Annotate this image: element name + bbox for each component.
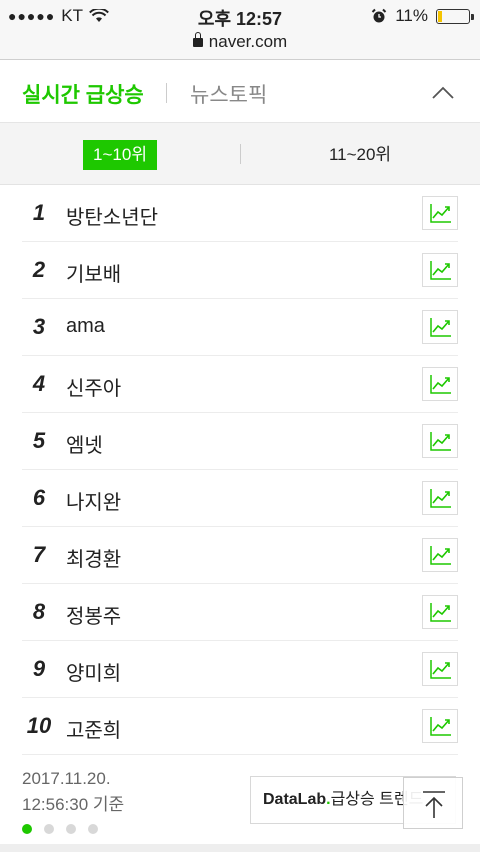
list-item[interactable]: 8 정봉주 — [22, 584, 458, 641]
rank-number: 9 — [32, 656, 46, 681]
list-item[interactable]: 4 신주아 — [22, 356, 458, 413]
url-bar[interactable]: naver.com — [0, 30, 480, 60]
page-dot[interactable] — [88, 824, 98, 834]
trend-chart-icon — [430, 375, 451, 394]
trend-chart-button[interactable] — [422, 424, 458, 458]
rank-range-tabs: 1~10위 11~20위 — [0, 123, 480, 185]
list-item[interactable]: 6 나지완 — [22, 470, 458, 527]
trend-chart-button[interactable] — [422, 310, 458, 344]
trend-chart-icon — [430, 603, 451, 622]
keyword-link[interactable]: 방탄소년단 — [66, 201, 158, 230]
lock-icon — [192, 32, 203, 47]
url-domain: naver.com — [208, 32, 288, 51]
alarm-clock-icon — [372, 8, 387, 23]
page-dot[interactable] — [66, 824, 76, 834]
keyword-header: 실시간 급상승 뉴스토픽 — [0, 61, 480, 123]
rank-number: 3 — [32, 314, 46, 339]
list-item[interactable]: 2 기보배 — [22, 242, 458, 299]
rank-number: 6 — [32, 485, 46, 510]
list-item[interactable]: 7 최경환 — [22, 527, 458, 584]
keyword-link[interactable]: 기보배 — [66, 258, 121, 287]
page-indicator — [22, 824, 98, 834]
range-tab-1-10[interactable]: 1~10위 — [83, 140, 157, 170]
list-item[interactable]: 1 방탄소년단 — [22, 185, 458, 242]
list-item[interactable]: 3 ama — [22, 299, 458, 356]
trend-chart-button[interactable] — [422, 709, 458, 743]
trend-chart-button[interactable] — [422, 196, 458, 230]
keyword-list: 1 방탄소년단 2 기보배 3 ama 4 신주아 5 엠넷 6 나지완 7 최… — [22, 185, 458, 755]
trend-chart-button[interactable] — [422, 367, 458, 401]
timestamp-date: 2017.11.20. — [22, 769, 111, 788]
datalab-logo: DataLab — [263, 791, 327, 808]
battery-percent: 11% — [395, 6, 428, 25]
keyword-link[interactable]: 최경환 — [66, 543, 121, 572]
trend-chart-button[interactable] — [422, 538, 458, 572]
rank-number: 10 — [26, 713, 52, 738]
bottom-divider — [0, 844, 480, 852]
trend-chart-button[interactable] — [422, 652, 458, 686]
rank-number: 7 — [32, 542, 46, 567]
trend-chart-icon — [430, 204, 451, 223]
rank-number: 1 — [32, 200, 46, 225]
page-dot-active[interactable] — [22, 824, 32, 834]
rank-number: 5 — [32, 428, 46, 453]
trend-chart-icon — [430, 261, 451, 280]
trend-chart-button[interactable] — [422, 595, 458, 629]
rank-number: 4 — [32, 371, 46, 396]
battery-icon — [436, 8, 474, 24]
list-item[interactable]: 10 고준희 — [22, 698, 458, 755]
list-item[interactable]: 9 양미희 — [22, 641, 458, 698]
range-tab-11-20[interactable]: 11~20위 — [300, 140, 420, 170]
scroll-to-top-button[interactable] — [403, 777, 463, 829]
list-footer: 2017.11.20. 12:56:30 기준 DataLab.급상승 트렌드 — [0, 756, 480, 852]
timestamp-time: 12:56:30 기준 — [22, 795, 125, 814]
rank-number: 2 — [32, 257, 46, 282]
keyword-link[interactable]: 양미희 — [66, 657, 121, 686]
trend-chart-icon — [430, 717, 451, 736]
trend-chart-button[interactable] — [422, 253, 458, 287]
keyword-link[interactable]: 정봉주 — [66, 600, 121, 629]
trend-chart-button[interactable] — [422, 481, 458, 515]
keyword-link[interactable]: 나지완 — [66, 486, 121, 515]
tab-news-topic[interactable]: 뉴스토픽 — [190, 79, 267, 109]
keyword-link[interactable]: 엠넷 — [66, 429, 103, 458]
list-item[interactable]: 5 엠넷 — [22, 413, 458, 470]
trend-chart-icon — [430, 546, 451, 565]
timestamp: 2017.11.20. 12:56:30 기준 — [22, 766, 124, 818]
tab-realtime-rising[interactable]: 실시간 급상승 — [22, 79, 144, 109]
trend-chart-icon — [430, 660, 451, 679]
keyword-link[interactable]: 고준희 — [66, 714, 121, 743]
status-bar: ●●●●● KT 오후 12:57 11% — [0, 0, 480, 30]
keyword-link[interactable]: ama — [66, 315, 105, 338]
trend-chart-icon — [430, 489, 451, 508]
status-right: 11% — [371, 6, 474, 26]
tab-divider — [166, 83, 167, 103]
keyword-link[interactable]: 신주아 — [66, 372, 121, 401]
trend-chart-icon — [430, 432, 451, 451]
rank-number: 8 — [32, 599, 46, 624]
page-dot[interactable] — [44, 824, 54, 834]
trend-chart-icon — [430, 318, 451, 337]
arrow-up-icon — [423, 791, 445, 818]
range-divider — [240, 144, 241, 164]
chevron-up-icon[interactable] — [432, 83, 454, 105]
